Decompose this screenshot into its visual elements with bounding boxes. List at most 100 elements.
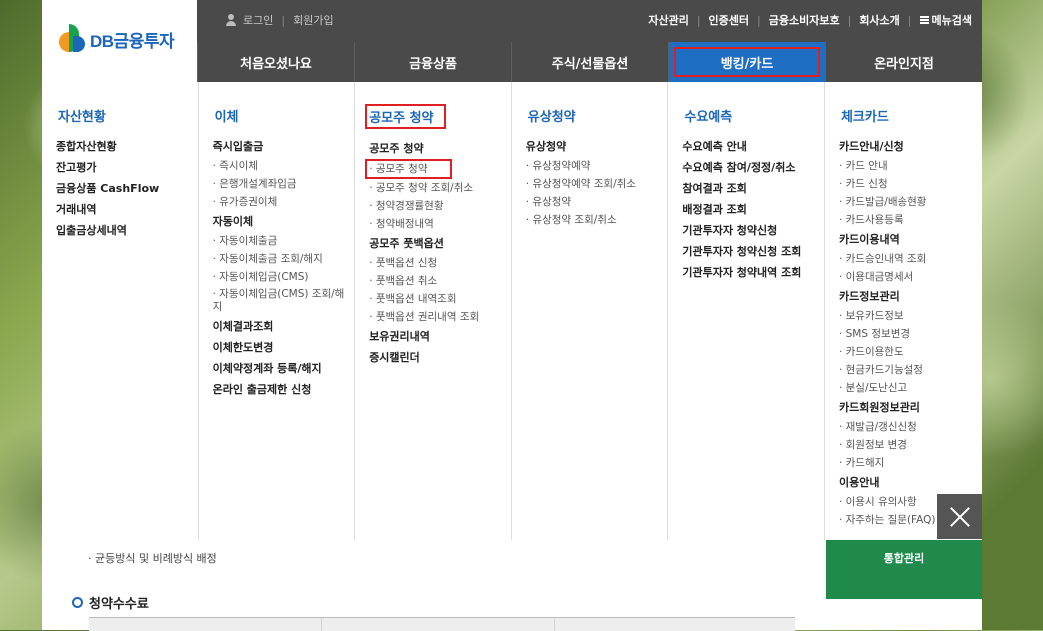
menu-sub-link[interactable]: · 이용대금명세서: [839, 268, 982, 286]
menu-link[interactable]: 종합자산현황: [56, 136, 198, 157]
menu-sub-link[interactable]: · 카드발급/배송현황: [839, 193, 982, 211]
util-asset-management[interactable]: 자산관리: [648, 12, 688, 28]
menu-sub-link[interactable]: · 유가증권이체: [213, 193, 355, 211]
nav-banking-card[interactable]: 뱅킹/카드: [668, 42, 825, 82]
menu-sub-link[interactable]: · 공모주 청약 조회/취소: [369, 179, 511, 197]
menu-sub-link[interactable]: · 풋백옵션 내역조회: [369, 290, 511, 308]
menu-sub-link[interactable]: · 카드 신청: [839, 175, 982, 193]
menu-column-title[interactable]: 체크카드: [839, 104, 891, 127]
menu-link[interactable]: 카드이용내역: [839, 229, 982, 250]
menu-link[interactable]: 잔고평가: [56, 157, 198, 178]
util-menu-search[interactable]: 메뉴검색: [919, 12, 972, 28]
page-content-below: · 균등방식 및 비례방식 배정 청약수수료 통합관리: [42, 540, 982, 631]
menu-sub-link[interactable]: · 자동이체입금(CMS) 조회/해지: [213, 286, 353, 316]
menu-link[interactable]: 카드회원정보관리: [839, 397, 982, 418]
menu-link[interactable]: 입출금상세내역: [56, 220, 198, 241]
nav-label: 주식/선물옵션: [551, 56, 629, 72]
menu-column: 공모주 청약 공모주 청약 · 공모주 청약 · 공모주 청약 조회/취소 · 청약경쟁…: [355, 82, 512, 540]
brand-name: DB금융투자: [90, 31, 175, 51]
menu-sub-link[interactable]: · 분실/도난신고: [839, 379, 982, 397]
menu-link[interactable]: 수요예측 안내: [682, 136, 824, 157]
menu-column: 자산현황종합자산현황 잔고평가 금융상품 CashFlow 거래내역 입출금상세내역: [42, 82, 199, 540]
login-link[interactable]: 로그인: [243, 12, 273, 28]
menu-sub-link[interactable]: · 자동이체입금(CMS): [213, 268, 355, 286]
menu-link[interactable]: 기관투자자 청약내역 조회: [682, 262, 824, 283]
menu-link[interactable]: 카드정보관리: [839, 286, 982, 307]
menu-link[interactable]: 자동이체: [213, 211, 355, 232]
menu-link[interactable]: 보유권리내역: [369, 326, 511, 347]
menu-link[interactable]: 유상청약: [526, 136, 668, 157]
nav-label: 처음오셨나요: [240, 56, 312, 72]
menu-sub-link[interactable]: · 즉시이체: [213, 157, 355, 175]
integrated-management-button[interactable]: 통합관리: [826, 540, 982, 599]
menu-sub-link[interactable]: · 카드이용한도: [839, 343, 982, 361]
nav-online-branch[interactable]: 온라인지점: [825, 42, 982, 82]
menu-sub-link[interactable]: · 카드해지: [839, 454, 982, 472]
menu-sub-link[interactable]: · 자동이체출금: [213, 232, 355, 250]
close-icon: [949, 506, 971, 528]
menu-sub-link[interactable]: · 자동이체출금 조회/해지: [213, 250, 355, 268]
menu-link[interactable]: 증시캘린더: [369, 347, 511, 368]
menu-sub-link[interactable]: · 회원정보 변경: [839, 436, 982, 454]
menu-link[interactable]: 이체약정계좌 등록/해지: [213, 358, 355, 379]
menu-link[interactable]: 이용안내: [839, 472, 982, 493]
menu-link[interactable]: 참여결과 조회: [682, 178, 824, 199]
menu-link[interactable]: 수요예측 참여/정정/취소: [682, 157, 824, 178]
util-consumer-protection[interactable]: 금융소비자보호: [769, 12, 840, 28]
menu-sub-link[interactable]: · 청약경쟁률현황: [369, 197, 511, 215]
menu-column-title[interactable]: 공모주 청약: [365, 104, 446, 129]
menu-sub-link[interactable]: · 보유카드정보: [839, 307, 982, 325]
fee-table-header: [89, 617, 795, 631]
menu-column-title[interactable]: 수요예측: [682, 104, 734, 127]
separator: |: [281, 13, 286, 27]
menu-sub-link[interactable]: · 유상청약 조회/취소: [526, 211, 668, 229]
menu-sub-link[interactable]: · 청약배정내역: [369, 215, 511, 233]
menu-sub-link[interactable]: · 풋백옵션 신청: [369, 254, 511, 272]
menu-sub-link[interactable]: · 카드 안내: [839, 157, 982, 175]
menu-link[interactable]: 금융상품 CashFlow: [56, 178, 198, 199]
menu-sub-link[interactable]: · 유상청약예약 조회/취소: [526, 175, 668, 193]
menu-sub-link[interactable]: · 현금카드기능설정: [839, 361, 982, 379]
menu-sub-link[interactable]: · 풋백옵션 권리내역 조회: [369, 308, 511, 326]
main-nav: 처음오셨나요 금융상품 주식/선물옵션 뱅킹/카드 온라인지점: [197, 42, 982, 82]
menu-sub-link[interactable]: · 카드승인내역 조회: [839, 250, 982, 268]
mega-menu: 자산현황 종합자산현황 잔고평가 금융상품 CashFlow 거래내역 입출금상세내역 이체…: [42, 82, 982, 540]
nav-financial-products[interactable]: 금융상품: [354, 42, 511, 82]
menu-link[interactable]: 기관투자자 청약신청 조회: [682, 241, 824, 262]
db-logo-icon: [59, 24, 87, 54]
menu-column-title[interactable]: 이체: [213, 104, 241, 127]
menu-column-title[interactable]: 자산현황: [56, 104, 108, 127]
table-header-cell: [555, 618, 795, 631]
menu-sub-link[interactable]: · 카드사용등록: [839, 211, 982, 229]
menu-sub-link[interactable]: · 풋백옵션 취소: [369, 272, 511, 290]
brand-logo[interactable]: DB금융투자: [59, 24, 175, 54]
menu-link[interactable]: 기관투자자 청약신청: [682, 220, 824, 241]
menu-column: 수요예측 수요예측 안내 수요예측 참여/정정/취소 참여결과 조회 배정결과 조회 기관…: [668, 82, 825, 540]
menu-column-title[interactable]: 유상청약: [526, 104, 578, 127]
nav-stock-futures[interactable]: 주식/선물옵션: [511, 42, 668, 82]
menu-link[interactable]: 이체한도변경: [213, 337, 355, 358]
menu-list-icon: [919, 16, 929, 24]
join-link[interactable]: 회원가입: [293, 12, 333, 28]
close-menu-button[interactable]: [937, 494, 982, 539]
menu-sub-link[interactable]: · 재발급/갱신신청: [839, 418, 982, 436]
menu-link[interactable]: 카드안내/신청: [839, 136, 982, 157]
menu-link[interactable]: 공모주 풋백옵션: [369, 233, 511, 254]
menu-link[interactable]: 즉시입출금: [213, 136, 355, 157]
util-company-intro[interactable]: 회사소개: [859, 12, 899, 28]
menu-link[interactable]: 공모주 청약: [369, 138, 511, 159]
page: · 균등방식 및 비례방식 배정 청약수수료 통합관리 DB금융투자 로그인 |…: [42, 0, 982, 631]
logo-area[interactable]: DB금융투자: [42, 0, 197, 82]
separator: |: [696, 13, 701, 27]
menu-link[interactable]: 온라인 출금제한 신청: [213, 379, 355, 400]
menu-sub-link[interactable]: · SMS 정보변경: [839, 325, 982, 343]
menu-link[interactable]: 배정결과 조회: [682, 199, 824, 220]
nav-first-visit[interactable]: 처음오셨나요: [197, 42, 354, 82]
menu-sub-link[interactable]: · 유상청약: [526, 193, 668, 211]
menu-sub-link[interactable]: · 유상청약예약: [526, 157, 668, 175]
menu-sub-link[interactable]: · 은행개설계좌입금: [213, 175, 355, 193]
menu-sub-link[interactable]: · 공모주 청약: [365, 159, 452, 179]
menu-link[interactable]: 이체결과조회: [213, 316, 355, 337]
menu-link[interactable]: 거래내역: [56, 199, 198, 220]
util-certification-center[interactable]: 인증센터: [709, 12, 749, 28]
